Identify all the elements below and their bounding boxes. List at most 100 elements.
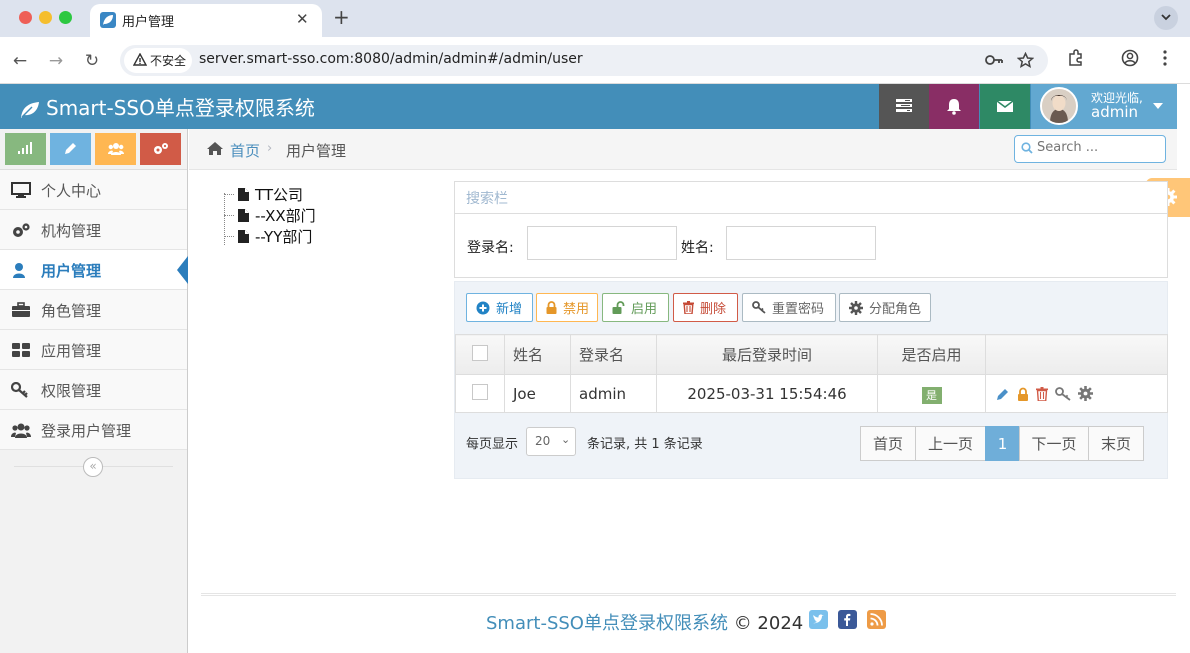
user-name: admin [1091, 103, 1138, 121]
per-page-label: 每页显示 [466, 437, 519, 452]
prev-page-button[interactable]: 上一页 [915, 426, 986, 461]
plus-circle-icon [476, 301, 490, 314]
extensions-puzzle-icon[interactable] [1067, 49, 1085, 67]
reset-password-button[interactable]: 重置密码 [742, 293, 836, 322]
trash-icon[interactable] [1036, 386, 1048, 401]
url-text[interactable]: server.smart-sso.com:8080/admin/admin#/a… [199, 51, 583, 67]
security-indicator[interactable]: 不安全 [124, 48, 192, 73]
cogs-icon [154, 143, 168, 154]
briefcase-icon [12, 302, 30, 317]
search-icon [1021, 142, 1033, 154]
sidebar-item-permissions[interactable]: 权限管理 [0, 370, 187, 410]
last-page-button[interactable]: 末页 [1088, 426, 1144, 461]
sidebar-item-apps[interactable]: 应用管理 [0, 330, 187, 370]
lock-icon[interactable] [1017, 387, 1029, 401]
tree-node[interactable]: TT公司 [224, 184, 316, 205]
column-header-login[interactable]: 登录名 [570, 334, 657, 375]
gear-icon[interactable] [1078, 386, 1093, 401]
enable-button[interactable]: 启用 [602, 293, 669, 322]
facebook-f-icon [844, 613, 851, 626]
sidebar-item-label: 用户管理 [41, 262, 102, 280]
tree-node[interactable]: --YY部门 [224, 226, 316, 247]
maximize-window-button[interactable] [59, 11, 72, 24]
add-button[interactable]: 新增 [466, 293, 533, 322]
tasks-button[interactable] [879, 84, 929, 129]
reload-icon[interactable]: ↻ [81, 50, 103, 72]
shortcut-settings-button[interactable] [140, 133, 181, 165]
footer-brand: Smart-SSO单点登录权限系统 [486, 613, 728, 634]
disable-button[interactable]: 禁用 [536, 293, 598, 322]
envelope-icon [996, 100, 1014, 112]
column-header-name[interactable]: 姓名 [504, 334, 571, 375]
current-page-button[interactable]: 1 [985, 426, 1020, 461]
breadcrumb-current: 用户管理 [286, 142, 347, 160]
select-all-checkbox[interactable] [472, 344, 488, 361]
sidebar-item-profile[interactable]: 个人中心 [0, 170, 187, 210]
leaf-favicon-icon [100, 12, 116, 28]
page-size-value: 20 [535, 434, 551, 448]
sidebar-item-online-users[interactable]: 登录用户管理 [0, 410, 187, 450]
sidebar-item-roles[interactable]: 角色管理 [0, 290, 187, 330]
search-panel-title: 搜索栏 [455, 182, 1167, 214]
column-header-enabled[interactable]: 是否启用 [877, 334, 986, 375]
back-arrow-icon[interactable]: ← [9, 50, 31, 72]
shortcut-stats-button[interactable] [5, 133, 46, 165]
column-header-last-login[interactable]: 最后登录时间 [656, 334, 878, 375]
user-table: 姓名 登录名 最后登录时间 是否启用 Joe admin 2025-03-31 … [455, 334, 1168, 413]
sidebar-collapse-icon[interactable]: « [83, 457, 103, 477]
more-menu-icon[interactable] [1162, 49, 1168, 67]
breadcrumb-home-link[interactable]: 首页 [230, 140, 260, 161]
key-icon[interactable] [1055, 386, 1071, 401]
profile-icon[interactable] [1121, 49, 1139, 67]
status-badge: 是 [921, 387, 942, 404]
records-summary: 条记录, 共 1 条记录 [587, 437, 703, 452]
user-menu[interactable]: 欢迎光临, admin [1031, 84, 1177, 129]
sidebar-item-organizations[interactable]: 机构管理 [0, 210, 187, 250]
messages-button[interactable] [980, 84, 1030, 129]
address-bar[interactable]: 不安全 server.smart-sso.com:8080/admin/admi… [120, 45, 1048, 76]
select-all-cell [455, 334, 505, 375]
rss-icon[interactable] [867, 610, 886, 629]
new-tab-icon[interactable]: + [333, 6, 350, 28]
row-checkbox[interactable] [472, 383, 488, 400]
twitter-icon[interactable] [809, 610, 828, 629]
avatar [1040, 87, 1078, 125]
sidebar-item-label: 机构管理 [41, 222, 102, 240]
brand-title[interactable]: Smart-SSO单点登录权限系统 [20, 92, 315, 121]
assign-role-button[interactable]: 分配角色 [839, 293, 931, 322]
delete-button[interactable]: 删除 [673, 293, 738, 322]
file-icon [238, 209, 249, 222]
browser-tab[interactable]: 用户管理 ✕ [90, 4, 322, 37]
forward-arrow-icon[interactable]: → [45, 50, 67, 72]
login-name-input[interactable] [527, 226, 677, 260]
shortcut-edit-button[interactable] [50, 133, 91, 165]
next-page-button[interactable]: 下一页 [1019, 426, 1089, 461]
sidebar-item-users[interactable]: 用户管理 [0, 250, 188, 290]
password-key-icon[interactable] [984, 52, 1004, 68]
bookmark-star-icon[interactable] [1017, 52, 1034, 69]
name-label: 姓名: [681, 240, 714, 256]
table-row[interactable]: Joe admin 2025-03-31 15:54:46 是 [455, 374, 1168, 413]
chevron-down-icon: ⌄ [561, 433, 571, 446]
cell-enabled: 是 [877, 374, 986, 413]
caret-down-icon [1153, 103, 1163, 109]
column-header-actions [985, 334, 1168, 375]
facebook-icon[interactable] [838, 610, 857, 629]
tasks-icon [896, 99, 912, 112]
warning-icon [133, 53, 147, 66]
name-input[interactable] [726, 226, 876, 260]
minimize-window-button[interactable] [39, 11, 52, 24]
page-size-select[interactable]: 20 ⌄ [526, 427, 576, 456]
sidebar-item-label: 应用管理 [41, 342, 102, 360]
search-input[interactable] [1037, 140, 1157, 155]
cell-actions [985, 374, 1168, 413]
shortcut-users-button[interactable] [95, 133, 136, 165]
close-window-button[interactable] [19, 11, 32, 24]
edit-pencil-icon[interactable] [996, 387, 1010, 401]
browser-tab-bar: 用户管理 ✕ + [0, 0, 1190, 37]
tree-node[interactable]: --XX部门 [224, 205, 316, 226]
tab-close-icon[interactable]: ✕ [296, 10, 309, 28]
first-page-button[interactable]: 首页 [860, 426, 916, 461]
notifications-button[interactable] [929, 84, 979, 129]
tab-list-button[interactable] [1154, 6, 1178, 30]
